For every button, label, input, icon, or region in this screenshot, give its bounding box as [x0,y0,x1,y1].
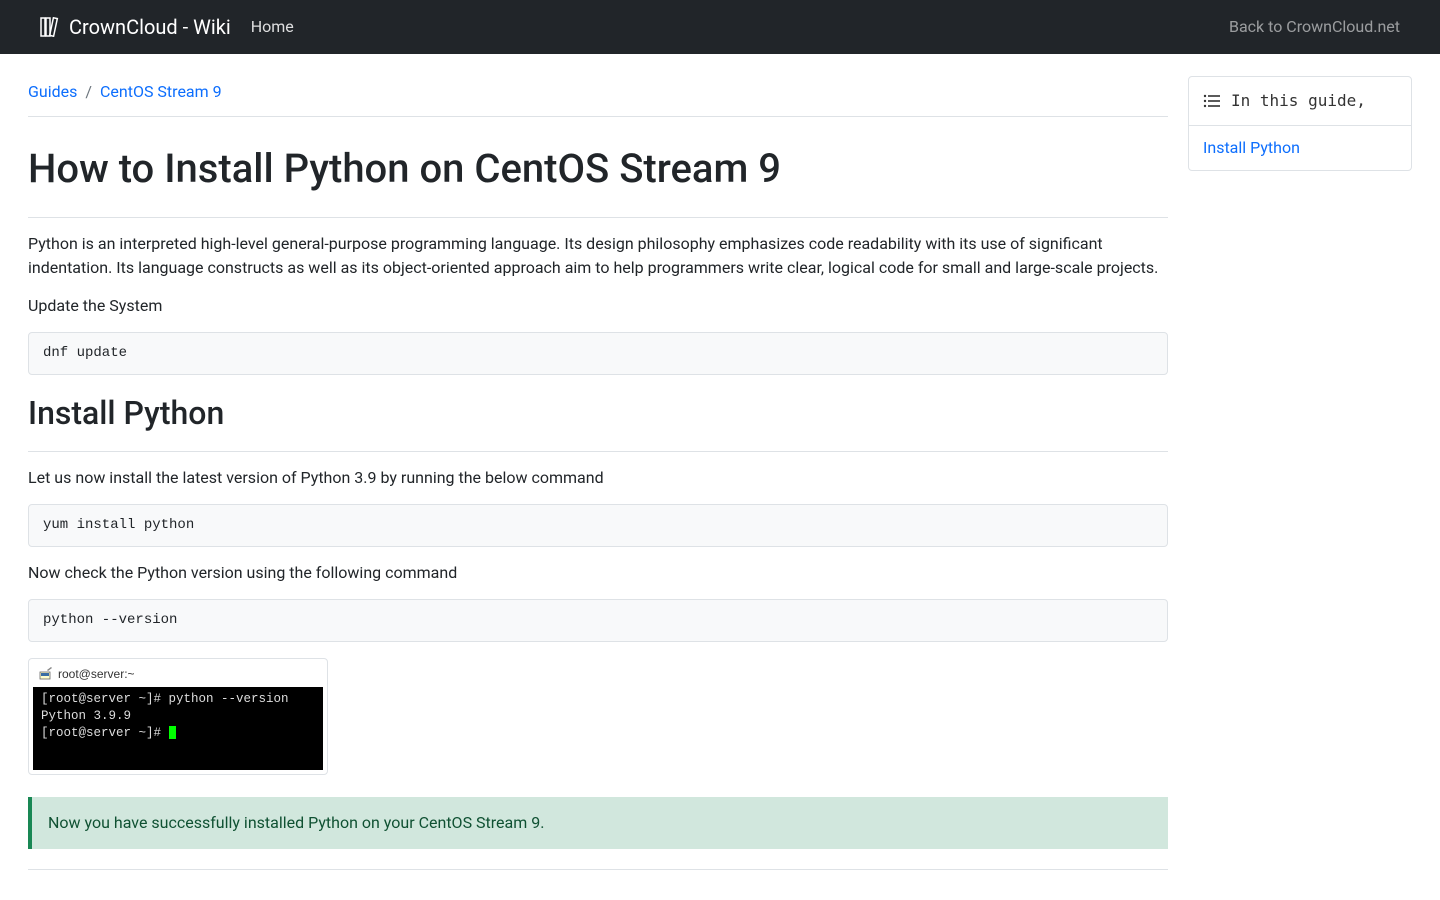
nav-left: CrownCloud - Wiki Home [40,12,294,42]
divider [28,116,1168,117]
terminal-screenshot: root@server:~ [root@server ~]# python --… [28,658,328,775]
navbar: CrownCloud - Wiki Home Back to CrownClou… [0,0,1440,54]
success-alert: Now you have successfully installed Pyth… [28,797,1168,849]
code-python-version: python --version [28,599,1168,642]
update-label: Update the System [28,294,1168,318]
container: Guides / CentOS Stream 9 How to Install … [0,54,1440,890]
nav-home[interactable]: Home [251,15,294,39]
breadcrumb: Guides / CentOS Stream 9 [28,74,1168,116]
breadcrumb-centos[interactable]: CentOS Stream 9 [100,80,222,104]
list-icon [1203,94,1221,108]
brand-text: CrownCloud - Wiki [69,12,231,42]
breadcrumb-guides[interactable]: Guides [28,80,77,104]
code-dnf-update: dnf update [28,332,1168,375]
check-text: Now check the Python version using the f… [28,561,1168,585]
terminal-body: [root@server ~]# python --version Python… [33,687,323,770]
toc-item-install-python[interactable]: Install Python [1189,126,1411,170]
terminal-line-2: Python 3.9.9 [41,708,315,725]
install-text: Let us now install the latest version of… [28,466,1168,490]
divider [28,217,1168,218]
page-title: How to Install Python on CentOS Stream 9 [28,139,1168,199]
heading-install-python: Install Python [28,389,1168,437]
main-content: Guides / CentOS Stream 9 How to Install … [28,74,1168,870]
nav-back[interactable]: Back to CrownCloud.net [1229,17,1400,36]
toc-header: In this guide, [1189,77,1411,126]
code-yum-install: yum install python [28,504,1168,547]
cursor-icon [169,726,176,739]
divider [28,451,1168,452]
intro-paragraph: Python is an interpreted high-level gene… [28,232,1168,280]
divider [28,869,1168,870]
terminal-titlebar: root@server:~ [33,663,323,687]
terminal-title-text: root@server:~ [58,665,135,683]
breadcrumb-separator: / [85,80,92,104]
terminal-line-3: [root@server ~]# [41,725,315,742]
terminal-line-1: [root@server ~]# python --version [41,691,315,708]
toc-header-text: In this guide, [1231,89,1366,113]
books-icon [40,17,62,37]
brand-link[interactable]: CrownCloud - Wiki [40,12,231,42]
putty-icon [39,667,53,681]
toc-sidebar: In this guide, Install Python [1188,76,1412,171]
nav-right: Back to CrownCloud.net [1229,15,1400,39]
